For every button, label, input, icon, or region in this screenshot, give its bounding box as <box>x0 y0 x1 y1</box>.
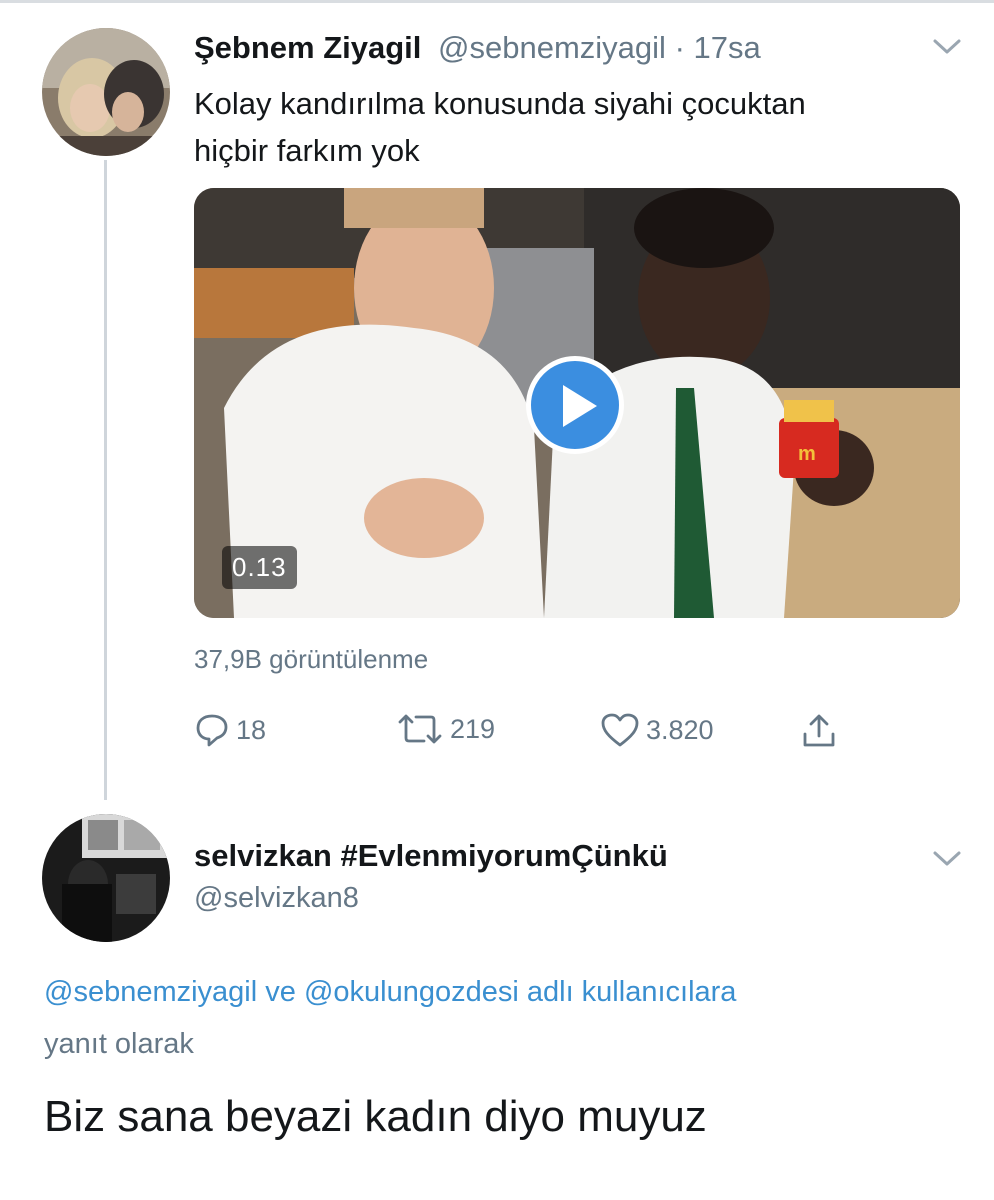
share-icon <box>803 714 835 747</box>
author-name[interactable]: Şebnem Ziyagil <box>194 30 421 65</box>
reply-text: Biz sana beyazi kadın diyo muyuz <box>44 1092 707 1141</box>
mention-link[interactable]: @okulungozdesi <box>304 976 519 1008</box>
tweet-time[interactable]: 17sa <box>694 30 761 65</box>
svg-text:m: m <box>798 443 816 465</box>
view-count: 37,9B görüntülenme <box>194 644 429 674</box>
like-count: 3.820 <box>646 714 714 745</box>
replying-to: @sebnemziyagil ve @okulungozdesi adlı ku… <box>44 966 974 1070</box>
separator-dot: · <box>674 30 685 65</box>
thread-connector-line <box>104 160 107 800</box>
retweet-action[interactable]: 219 <box>396 712 495 746</box>
like-action[interactable]: 3.820 <box>600 712 714 748</box>
replying-to-line-1: @sebnemziyagil ve @okulungozdesi adlı ku… <box>44 966 974 1018</box>
mention-link[interactable]: @sebnemziyagil <box>44 976 257 1008</box>
reply-author-handle[interactable]: @selvizkan8 <box>194 882 359 915</box>
tweet-text-line-1: Kolay kandırılma konusunda siyahi çocukt… <box>194 86 806 121</box>
video-duration: 0.13 <box>222 546 297 589</box>
tweet-header: Şebnem Ziyagil @sebnemziyagil · 17sa <box>194 30 761 66</box>
top-divider <box>0 0 994 3</box>
replying-to-suffix: adlı kullanıcılara <box>518 976 737 1008</box>
author-avatar[interactable] <box>42 28 170 156</box>
share-action[interactable] <box>800 712 844 750</box>
reply-author-name[interactable]: selvizkan #EvlenmiyorumÇünkü <box>194 838 668 874</box>
chevron-down-icon[interactable] <box>932 38 962 61</box>
chevron-down-icon[interactable] <box>932 850 962 873</box>
reply-author-avatar[interactable] <box>42 814 170 942</box>
retweet-icon <box>398 714 442 744</box>
reply-count: 18 <box>236 714 267 745</box>
reply-action[interactable]: 18 <box>194 712 266 748</box>
tweet-text-line-2: hiçbir farkım yok <box>194 133 420 168</box>
reply-icon <box>196 714 228 747</box>
replying-to-line-2: yanıt olarak <box>44 1028 194 1060</box>
tweet-text: Kolay kandırılma konusunda siyahi çocukt… <box>194 80 974 174</box>
replying-to-connector: ve <box>257 976 304 1008</box>
like-icon <box>601 713 639 747</box>
author-handle[interactable]: @sebnemziyagil <box>438 30 666 65</box>
play-button[interactable] <box>526 356 624 454</box>
retweet-count: 219 <box>450 713 496 744</box>
play-icon <box>563 385 597 427</box>
